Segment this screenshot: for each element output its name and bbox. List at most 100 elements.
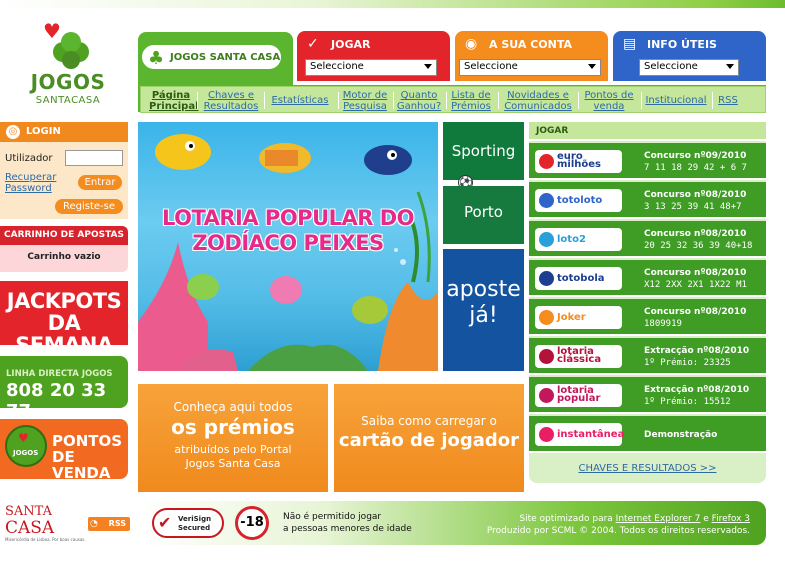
game-name-line2: milhões xyxy=(557,159,601,170)
home-button[interactable]: ♣ JOGOS SANTA CASA xyxy=(140,43,283,71)
aposte-ja-banner[interactable]: aposte já! xyxy=(443,249,524,371)
ie-link[interactable]: Internet Explorer 7 xyxy=(616,514,701,524)
nav-separator xyxy=(197,92,198,109)
santa-line1: SANTA xyxy=(5,504,53,519)
sporting-porto-banner[interactable]: Sporting ⚽ Porto xyxy=(443,122,524,244)
santa-line3: Misericórdia de Lisboa. Por boas causas. xyxy=(5,537,86,542)
chevron-down-icon xyxy=(424,64,432,69)
game-name: loto2 xyxy=(557,234,586,245)
game-result: 20 25 32 36 39 40+18 xyxy=(644,241,753,251)
jogos-santa-casa-logo[interactable]: ♥ JOGOS SANTACASA xyxy=(18,21,118,112)
game-row-lotaria-classica[interactable]: lotaria clássica Extracção nº08/2010 1º P… xyxy=(529,338,766,375)
star-icon xyxy=(539,154,554,169)
nav-link-chaves-resultados[interactable]: Chaves e Resultados xyxy=(201,90,261,112)
nav-link-rss[interactable]: RSS xyxy=(715,95,741,106)
game-row-totoloto[interactable]: totoloto Concurso nº08/2010 3 13 25 39 4… xyxy=(529,182,766,219)
menu-jogar[interactable]: ✓ JOGAR Seleccione xyxy=(297,31,450,81)
santa-casa-logo[interactable]: SANTA CASA Misericórdia de Lisboa. Por b… xyxy=(5,504,86,546)
checkmark-icon: ✔ xyxy=(158,513,172,532)
sua-conta-select-value: Seleccione xyxy=(464,61,518,72)
menu-jogar-title: JOGAR xyxy=(331,38,371,51)
game-row-lotaria-popular[interactable]: lotaria popular Extracção nº08/2010 1º Pr… xyxy=(529,377,766,414)
game-draw: Concurso nº08/2010 xyxy=(644,268,747,278)
verisign-badge[interactable]: ✔ VeriSign Secured xyxy=(152,508,224,538)
footer-bar: ✔ VeriSign Secured -18 Não é permitido j… xyxy=(138,501,766,545)
age-text-line1: Não é permitido jogar xyxy=(283,512,382,522)
game-row-euromilhoes[interactable]: euro milhões Concurso nº09/2010 7 11 18 2… xyxy=(529,143,766,180)
nav-link-novidades[interactable]: Novidades e Comunicados xyxy=(501,90,575,112)
nav-link-line1: Motor de xyxy=(342,90,388,101)
aposte-line1: aposte xyxy=(446,277,521,302)
banner2-line1: Saiba como carregar o xyxy=(361,414,497,428)
ball-icon xyxy=(539,388,554,403)
hero-banner-lotaria-popular[interactable]: LOTARIA POPULAR DO ZODÍACO PEIXES xyxy=(138,122,438,371)
game-result: 1º Prémio: 15512 xyxy=(644,397,731,407)
game-draw: Concurso nº08/2010 xyxy=(644,229,747,239)
register-button[interactable]: Registe-se xyxy=(55,199,123,214)
pontos-venda-banner[interactable]: ♥ JOGOS PONTOS DE VENDA xyxy=(0,419,128,482)
menu-sua-conta[interactable]: ◉ A SUA CONTA Seleccione xyxy=(455,31,608,81)
game-badge: loto2 xyxy=(535,228,622,251)
age-restriction-icon: -18 xyxy=(235,506,269,540)
login-title: LOGIN xyxy=(26,126,61,137)
nav-link-institucional[interactable]: Institucional xyxy=(643,95,709,106)
jogar-select[interactable]: Seleccione xyxy=(305,59,437,76)
nav-separator xyxy=(578,92,579,109)
game-name: Joker xyxy=(557,312,586,323)
linha-directa-banner[interactable]: LINHA DIRECTA JOGOS 808 20 33 77 xyxy=(0,356,128,422)
pontos-line2: DE VENDA xyxy=(52,448,111,482)
sua-conta-select[interactable]: Seleccione xyxy=(459,59,601,76)
chaves-resultados-link[interactable]: CHAVES E RESULTADOS >> xyxy=(529,454,766,483)
rss-button[interactable]: ◔ RSS xyxy=(88,517,130,531)
menu-info-uteis[interactable]: ▤ INFO ÚTEIS Seleccione xyxy=(613,31,766,81)
game-name: totobola xyxy=(557,273,605,284)
info-uteis-select[interactable]: Seleccione xyxy=(639,59,739,76)
game-row-loto2[interactable]: loto2 Concurso nº08/2010 20 25 32 36 39 … xyxy=(529,221,766,258)
game-row-joker[interactable]: Joker Concurso nº08/2010 1809919 xyxy=(529,299,766,336)
jackpots-banner[interactable]: JACKPOTS DA SEMANA xyxy=(0,281,128,356)
game-name: euro milhões xyxy=(557,152,601,170)
game-badge: instantânea xyxy=(535,423,624,446)
nav-separator xyxy=(338,92,339,109)
nav-link-line2: Principal xyxy=(149,101,199,112)
cart-box: CARRINHO DE APOSTAS Carrinho vazio xyxy=(0,226,128,272)
nav-links-bar: Página Principal Chaves e Resultados Estat… xyxy=(140,86,766,113)
game-badge: lotaria popular xyxy=(535,384,622,407)
nav-link-line1: Lista de xyxy=(451,90,491,101)
nav-link-pontos-venda[interactable]: Pontos de venda xyxy=(581,90,637,112)
game-badge: lotaria clássica xyxy=(535,345,622,368)
nav-separator xyxy=(393,92,394,109)
nav-link-pagina-principal[interactable]: Página Principal xyxy=(149,90,199,112)
nav-link-lista-premios[interactable]: Lista de Prémios xyxy=(449,90,493,112)
nav-link-motor-pesquisa[interactable]: Motor de Pesquisa xyxy=(341,90,389,112)
book-icon: ▤ xyxy=(623,36,637,52)
top-gradient-bar xyxy=(0,0,785,8)
ball-icon xyxy=(539,232,554,247)
cart-status: Carrinho vazio xyxy=(27,252,101,262)
cartao-jogador-banner[interactable]: Saiba como carregar o cartão de jogador xyxy=(334,384,524,492)
linha-title: LINHA DIRECTA JOGOS xyxy=(6,369,113,379)
nav-link-line2: Pesquisa xyxy=(343,101,387,112)
menu-info-uteis-title: INFO ÚTEIS xyxy=(647,38,717,51)
username-input[interactable] xyxy=(65,150,123,166)
nav-link-line2: Comunicados xyxy=(504,101,572,112)
enter-button[interactable]: Entrar xyxy=(78,175,122,190)
nav-link-line2: Prémios xyxy=(451,101,491,112)
recover-password-link[interactable]: Recuperar Password xyxy=(5,172,56,194)
recover-line2: Password xyxy=(5,183,52,194)
game-row-totobola[interactable]: totobola Concurso nº08/2010 X12 2XX 2X1 … xyxy=(529,260,766,297)
firefox-link[interactable]: Firefox 3 xyxy=(712,514,750,524)
game-row-instantanea[interactable]: instantânea Demonstração xyxy=(529,416,766,453)
banner2-line2: cartão de jogador xyxy=(338,430,520,451)
game-result: 1º Prémio: 23325 xyxy=(644,358,731,368)
site-line1-prefix: Site optimizado para xyxy=(519,514,613,524)
premios-banner[interactable]: Conheça aqui todos os prémios atribuídos… xyxy=(138,384,328,492)
site-line1: Site optimizado para Internet Explorer 7… xyxy=(487,513,750,525)
game-badge: Joker xyxy=(535,306,622,329)
aposte-line2: já! xyxy=(469,303,498,328)
game-name: lotaria clássica xyxy=(557,347,601,365)
site-line2: Produzido por SCML © 2004. Todos os dire… xyxy=(486,526,750,536)
ball-icon xyxy=(539,193,554,208)
nav-link-quanto-ganhou[interactable]: Quanto Ganhou? xyxy=(396,90,442,112)
nav-link-estatisticas[interactable]: Estatísticas xyxy=(267,95,333,106)
